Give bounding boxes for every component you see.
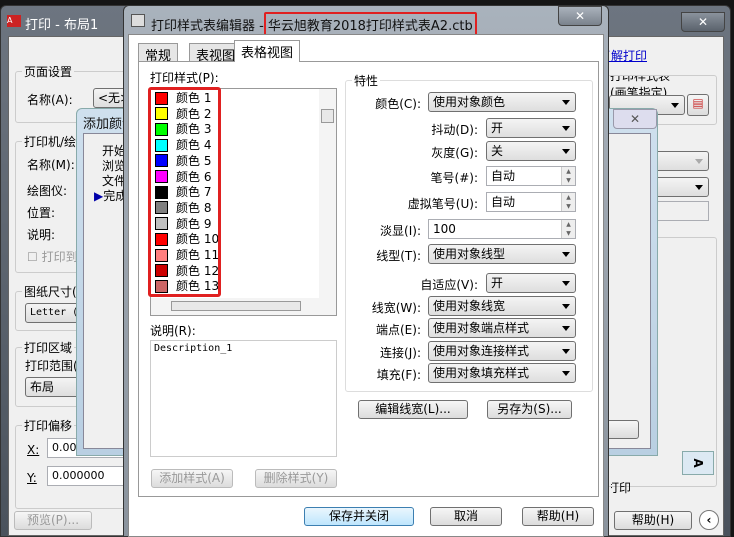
print-dialog-title: 打印 - 布局1 xyxy=(25,18,99,33)
name-label: 名称(A): xyxy=(27,93,73,107)
ltype-value: 使用对象线型 xyxy=(433,247,506,261)
styles-highlight xyxy=(148,87,221,297)
print-range-value: 布局 xyxy=(30,380,55,394)
add-color-title: 添加颜色相关打印样式表 xyxy=(83,117,127,132)
color-label: 颜色(C): xyxy=(375,97,421,111)
end-label: 端点(E): xyxy=(376,323,421,337)
page-setup-label: 页面设置 xyxy=(22,63,75,80)
description-value: Description_1 xyxy=(154,343,233,354)
join-label: 连接(J): xyxy=(380,346,421,360)
vpen-label: 虚拟笔号(U): xyxy=(407,197,478,211)
adapt-select[interactable]: 开 xyxy=(486,273,576,293)
tab-general[interactable]: 常规 xyxy=(138,43,179,64)
color-select[interactable]: 使用对象颜色 xyxy=(428,92,576,112)
lw-select[interactable]: 使用对象线宽 xyxy=(428,296,576,316)
vpen-input[interactable]: 自动 ▲ ▼ xyxy=(486,192,576,212)
vpen-value: 自动 xyxy=(491,195,516,209)
description-textarea[interactable]: Description_1 xyxy=(150,340,337,457)
vertical-scrollbar[interactable] xyxy=(319,89,336,298)
lw-label: 线宽(W): xyxy=(371,301,421,315)
spinner-icon[interactable]: ▲ ▼ xyxy=(561,193,575,211)
cancel-button[interactable]: 取消 xyxy=(430,507,502,526)
y-offset-label: Y: xyxy=(27,471,37,485)
back-help-button[interactable]: 帮助(H) xyxy=(614,511,692,530)
dither-select[interactable]: 开 xyxy=(486,118,576,138)
screen-label: 淡显(I): xyxy=(380,224,421,238)
color-value: 使用对象颜色 xyxy=(433,95,506,109)
editor-close-button[interactable]: ✕ xyxy=(558,6,602,26)
y-offset-value: 0.000000 xyxy=(52,469,105,482)
tab-form-view[interactable]: 表格视图 xyxy=(234,40,301,62)
y-offset-input[interactable]: 0.000000 xyxy=(47,466,127,486)
help-button[interactable]: 帮助(H) xyxy=(522,507,594,526)
delete-style-button[interactable]: 删除样式(Y) xyxy=(255,469,337,488)
dither-label: 抖动(D): xyxy=(431,123,478,137)
ltype-select[interactable]: 使用对象线型 xyxy=(428,244,576,264)
save-as-button[interactable]: 另存为(S)... xyxy=(487,400,572,419)
properties-legend: 特性 xyxy=(352,72,381,89)
join-value: 使用对象连接样式 xyxy=(433,344,530,358)
editor-title-prefix: 打印样式表编辑器 - xyxy=(151,19,264,34)
plotter-label: 绘图仪: xyxy=(27,184,68,198)
gray-label: 灰度(G): xyxy=(431,146,478,160)
gray-select[interactable]: 关 xyxy=(486,141,576,161)
edit-lineweights-button[interactable]: 编辑线宽(L)... xyxy=(358,400,468,419)
preview-label: 预览(P)... xyxy=(26,513,80,527)
save-close-button[interactable]: 保存并关闭 xyxy=(304,507,414,526)
horizontal-scrollbar[interactable] xyxy=(151,298,336,315)
autocad-icon: A xyxy=(7,15,21,27)
printer-name-label: 名称(M): xyxy=(27,158,75,172)
edit-style-button[interactable]: ▤ xyxy=(687,94,709,116)
description-label: 说明: xyxy=(27,228,56,242)
x-offset-label: X: xyxy=(27,443,40,457)
collapse-icon[interactable]: ‹ xyxy=(699,510,719,530)
screen-input[interactable]: 100 ▲ ▼ xyxy=(428,219,576,239)
add-color-close-button[interactable]: ✕ xyxy=(613,109,657,129)
form-view-panel: 打印样式(P): 颜色 1 颜色 2 颜色 3 颜色 4 颜色 5 颜色 6 颜色 7 颜色 … xyxy=(138,61,599,497)
fill-select[interactable]: 使用对象填充样式 xyxy=(428,363,576,383)
pen-value: 自动 xyxy=(491,169,516,183)
preview-button[interactable]: 预览(P)... xyxy=(14,511,92,530)
orientation-icon: A xyxy=(682,451,714,475)
screen-value: 100 xyxy=(433,222,456,236)
styles-label: 打印样式(P): xyxy=(150,71,219,85)
back-help-label: 帮助(H) xyxy=(631,513,675,527)
print-offset-label: 打印偏移 xyxy=(22,417,75,434)
print-close-button[interactable]: ✕ xyxy=(681,12,725,32)
print-area-label: 打印区域 xyxy=(22,339,75,356)
dither-value: 开 xyxy=(491,121,504,135)
description-label: 说明(R): xyxy=(150,324,196,338)
fill-value: 使用对象填充样式 xyxy=(433,366,530,380)
add-style-button[interactable]: 添加样式(A) xyxy=(151,469,233,488)
upside-down-label: 打印(-) xyxy=(611,481,631,495)
location-label: 位置: xyxy=(27,206,56,220)
ltype-label: 线型(T): xyxy=(376,249,421,263)
spinner-icon[interactable]: ▲ ▼ xyxy=(561,167,575,185)
pen-input[interactable]: 自动 ▲ ▼ xyxy=(486,166,576,186)
end-value: 使用对象端点样式 xyxy=(433,321,530,335)
fill-label: 填充(F): xyxy=(376,368,421,382)
lw-value: 使用对象线宽 xyxy=(433,299,506,313)
pen-label: 笔号(#): xyxy=(430,171,478,185)
end-select[interactable]: 使用对象端点样式 xyxy=(428,318,576,338)
gray-value: 关 xyxy=(491,144,504,158)
adapt-label: 自适应(V): xyxy=(420,278,478,292)
adapt-value: 开 xyxy=(491,276,504,290)
plot-style-icon xyxy=(131,14,145,27)
spinner-icon[interactable]: ▲ ▼ xyxy=(561,220,575,238)
join-select[interactable]: 使用对象连接样式 xyxy=(428,341,576,361)
